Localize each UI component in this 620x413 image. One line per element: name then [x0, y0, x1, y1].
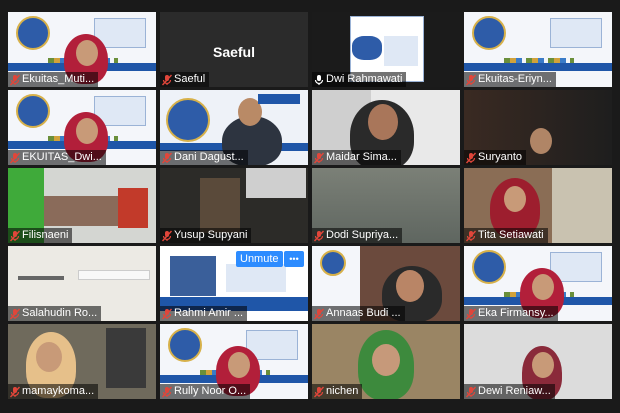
participant-tile[interactable]: Dewi Reniaw... — [464, 324, 612, 399]
participant-tile[interactable]: Unmute ••• Rahmi Amir ... — [160, 246, 308, 321]
participant-tile[interactable]: Ekuitas-Eriyn... — [464, 12, 612, 87]
participant-tile[interactable]: Yusup Supyani — [160, 168, 308, 243]
mic-muted-icon — [464, 229, 478, 243]
participant-nameplate: Tita Setiawati — [464, 228, 548, 243]
participant-nameplate: Eka Firmansy... — [464, 306, 558, 321]
participant-name: Yusup Supyani — [174, 229, 248, 241]
participant-name: Dodi Supriya... — [326, 229, 399, 241]
participant-nameplate: nichen — [312, 384, 363, 399]
participant-name: Salahudin Ro... — [22, 307, 98, 319]
participant-name: Filisnaeni — [22, 229, 69, 241]
participant-tile[interactable]: Dani Dagust... — [160, 90, 308, 165]
participant-nameplate: Dodi Supriya... — [312, 228, 403, 243]
mic-muted-icon — [8, 151, 22, 165]
participant-name: Saeful — [174, 73, 206, 85]
mic-muted-icon — [312, 307, 326, 321]
mic-muted-icon — [160, 151, 174, 165]
participant-tile[interactable]: Dwi Rahmawati — [312, 12, 460, 87]
mic-muted-icon — [464, 385, 478, 399]
participant-name: Ekuitas_Muti... — [22, 73, 95, 85]
participant-name: Ekuitas-Eriyn... — [478, 73, 552, 85]
participant-tile[interactable]: Salahudin Ro... — [8, 246, 156, 321]
participant-tile[interactable]: EKUITAS_Dwi... — [8, 90, 156, 165]
mic-muted-icon — [464, 73, 478, 87]
participant-tile[interactable]: Tita Setiawati — [464, 168, 612, 243]
participant-tile[interactable]: Saeful Saeful — [160, 12, 308, 87]
participant-tile[interactable]: mamaykoma... — [8, 324, 156, 399]
participant-nameplate: Ekuitas_Muti... — [8, 72, 99, 87]
participant-tile[interactable]: Suryanto — [464, 90, 612, 165]
participant-name: Dewi Reniaw... — [478, 385, 551, 397]
participant-nameplate: Maidar Sima... — [312, 150, 401, 165]
mic-muted-icon — [464, 151, 478, 165]
mic-muted-icon — [8, 229, 22, 243]
participant-name: Eka Firmansy... — [478, 307, 554, 319]
mic-muted-icon — [312, 229, 326, 243]
mic-muted-icon — [464, 307, 478, 321]
more-options-button[interactable]: ••• — [284, 251, 304, 267]
mic-muted-icon — [312, 385, 326, 399]
participant-tile[interactable]: Rully Noor O... — [160, 324, 308, 399]
mic-muted-icon — [160, 73, 174, 87]
participant-tile[interactable]: Filisnaeni — [8, 168, 156, 243]
mic-icon — [312, 73, 326, 87]
participant-nameplate: Rully Noor O... — [160, 384, 251, 399]
mic-muted-icon — [312, 151, 326, 165]
participant-nameplate: Yusup Supyani — [160, 228, 252, 243]
participant-tile[interactable]: Annaas Budi ... — [312, 246, 460, 321]
participant-nameplate: Annaas Budi ... — [312, 306, 405, 321]
mic-muted-icon — [160, 229, 174, 243]
participant-name: Annaas Budi ... — [326, 307, 401, 319]
participant-name: nichen — [326, 385, 359, 397]
participant-nameplate: Rahmi Amir ... — [160, 306, 248, 321]
participant-nameplate: Dwi Rahmawati — [312, 72, 407, 87]
participant-nameplate: Ekuitas-Eriyn... — [464, 72, 556, 87]
participant-display-name: Saeful — [212, 44, 255, 60]
participant-nameplate: mamaykoma... — [8, 384, 99, 399]
participant-name: Maidar Sima... — [326, 151, 397, 163]
participant-nameplate: Dani Dagust... — [160, 150, 248, 165]
gallery-grid: Ekuitas_Muti... Saeful Saeful Dwi Rahmawati… — [8, 12, 614, 408]
mic-muted-icon — [160, 307, 174, 321]
mic-muted-icon — [8, 73, 22, 87]
participant-tile[interactable]: Dodi Supriya... — [312, 168, 460, 243]
participant-tile[interactable]: Eka Firmansy... — [464, 246, 612, 321]
participant-nameplate: Dewi Reniaw... — [464, 384, 555, 399]
mic-muted-icon — [160, 385, 174, 399]
participant-name: Tita Setiawati — [478, 229, 544, 241]
participant-name: EKUITAS_Dwi... — [22, 151, 102, 163]
participant-tile[interactable]: Ekuitas_Muti... — [8, 12, 156, 87]
mic-muted-icon — [8, 307, 22, 321]
unmute-button[interactable]: Unmute — [236, 251, 283, 267]
participant-nameplate: Suryanto — [464, 150, 527, 165]
participant-name: Dani Dagust... — [174, 151, 244, 163]
participant-name: Rully Noor O... — [174, 385, 247, 397]
participant-name: Suryanto — [478, 151, 523, 163]
participant-nameplate: Salahudin Ro... — [8, 306, 102, 321]
participant-nameplate: Saeful — [160, 72, 210, 87]
participant-tile[interactable]: Maidar Sima... — [312, 90, 460, 165]
mic-muted-icon — [8, 385, 22, 399]
participant-name: Rahmi Amir ... — [174, 307, 244, 319]
participant-name: Dwi Rahmawati — [326, 73, 403, 85]
participant-name: mamaykoma... — [22, 385, 95, 397]
participant-nameplate: EKUITAS_Dwi... — [8, 150, 106, 165]
participant-tile[interactable]: nichen — [312, 324, 460, 399]
participant-nameplate: Filisnaeni — [8, 228, 73, 243]
